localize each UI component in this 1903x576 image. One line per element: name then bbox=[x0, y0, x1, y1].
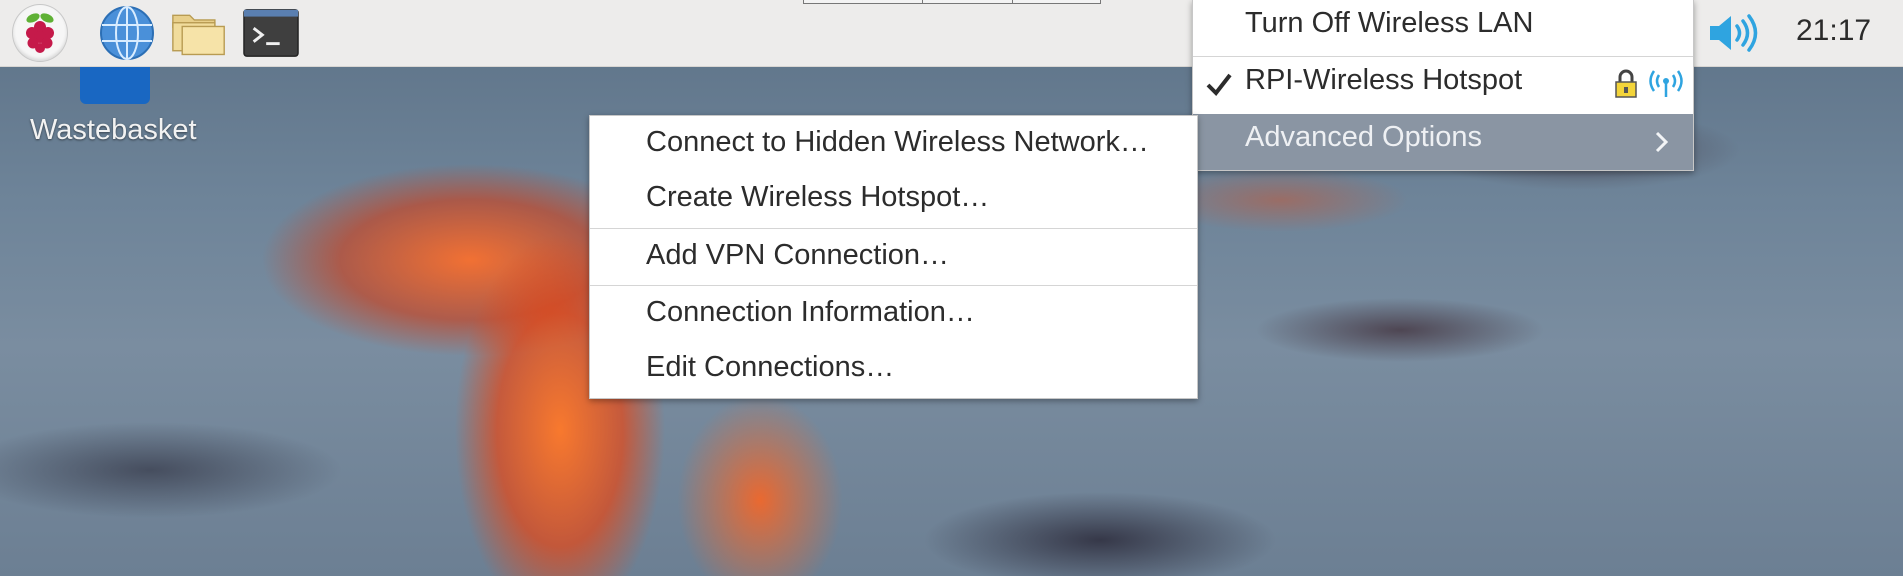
add-vpn-connection-item[interactable]: Add VPN Connection… bbox=[590, 229, 1197, 285]
turn-off-wireless-item[interactable]: Turn Off Wireless LAN bbox=[1193, 0, 1693, 56]
web-browser-icon bbox=[100, 6, 154, 60]
advanced-options-submenu: Connect to Hidden Wireless Network… Crea… bbox=[589, 115, 1198, 399]
network-rpi-wireless-hotspot[interactable]: RPI-Wireless Hotspot bbox=[1193, 57, 1693, 113]
file-manager-icon bbox=[172, 14, 225, 56]
raspberry-menu-button[interactable] bbox=[12, 4, 68, 62]
raspberry-menu-icon bbox=[12, 4, 68, 62]
advanced-options-item[interactable]: Advanced Options bbox=[1193, 114, 1693, 170]
network-menu: Turn Off Wireless LAN RPI-Wireless Hotsp… bbox=[1192, 0, 1694, 171]
desktop-background: Wastebasket 21:17 Turn Off Wireless LAN … bbox=[0, 0, 1903, 576]
connect-hidden-network-item[interactable]: Connect to Hidden Wireless Network… bbox=[590, 116, 1197, 172]
tab-divider bbox=[1012, 0, 1013, 3]
menu-item-label: Advanced Options bbox=[1245, 121, 1482, 153]
wastebasket-icon[interactable] bbox=[80, 66, 150, 104]
menu-item-label: Connection Information… bbox=[646, 296, 975, 328]
taskbar-window-tabs[interactable] bbox=[803, 0, 1101, 4]
wastebasket-label[interactable]: Wastebasket bbox=[30, 114, 197, 147]
create-wireless-hotspot-item[interactable]: Create Wireless Hotspot… bbox=[590, 172, 1197, 228]
chevron-right-icon bbox=[1655, 131, 1669, 153]
check-icon bbox=[1206, 73, 1232, 97]
menu-item-label: Connect to Hidden Wireless Network… bbox=[646, 126, 1149, 158]
menu-item-label: RPI-Wireless Hotspot bbox=[1245, 64, 1523, 96]
edit-connections-item[interactable]: Edit Connections… bbox=[590, 342, 1197, 398]
clock[interactable]: 21:17 bbox=[1796, 14, 1871, 48]
web-browser-button[interactable] bbox=[99, 5, 155, 61]
terminal-icon bbox=[243, 9, 299, 57]
menu-item-label: Turn Off Wireless LAN bbox=[1245, 7, 1534, 39]
connection-information-item[interactable]: Connection Information… bbox=[590, 286, 1197, 342]
lock-icon bbox=[1615, 69, 1637, 98]
speaker-volume-icon[interactable] bbox=[1706, 12, 1758, 54]
menu-item-label: Edit Connections… bbox=[646, 351, 895, 383]
tab-divider bbox=[922, 0, 923, 3]
file-manager-button[interactable] bbox=[171, 5, 227, 61]
wifi-signal-icon bbox=[1649, 70, 1683, 97]
terminal-button[interactable] bbox=[243, 5, 299, 61]
menu-item-label: Create Wireless Hotspot… bbox=[646, 181, 990, 213]
menu-item-label: Add VPN Connection… bbox=[646, 239, 950, 271]
